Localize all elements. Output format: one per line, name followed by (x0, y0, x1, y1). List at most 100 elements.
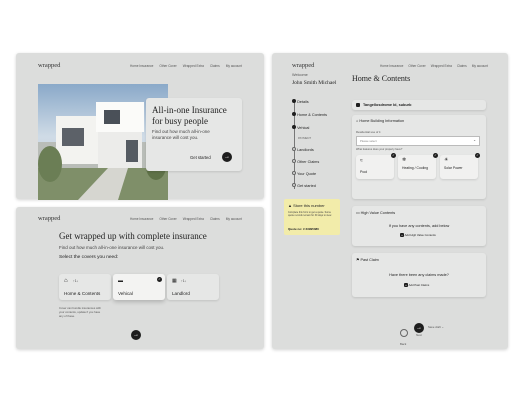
get-started-label: Get started (190, 155, 211, 160)
selected-check-icon: ✓ (157, 277, 162, 282)
quantity-stepper[interactable]: ↑1↓ (73, 279, 78, 283)
quote-number: Quote no: # 23995380 (288, 227, 319, 231)
feature-pool[interactable]: ≈ ✓ Pool (356, 153, 396, 179)
hv-header: ▭ High Value Contents (356, 211, 396, 215)
feature-label: Pool (360, 170, 368, 174)
address-text: Tangellosdrome Id, suburb (363, 103, 412, 107)
arrow-right-icon: → (414, 323, 424, 333)
address-bar[interactable]: Tangellosdrome Id, suburb (352, 100, 486, 110)
nav-wrapped-extra[interactable]: Wrapped Extra (431, 64, 452, 68)
note-text: Complete this form to get a quote. Some … (288, 211, 332, 218)
save-draft-link[interactable]: Save draft ⌄ (428, 325, 444, 329)
plus-icon: + (400, 233, 404, 237)
nav-my-account[interactable]: My account (226, 217, 242, 221)
nav-other-cover[interactable]: Other Cover (159, 64, 176, 68)
high-value-section: ▭ High Value Contents If you have any co… (352, 206, 486, 246)
brand-logo[interactable]: wrapped (38, 62, 60, 69)
hero-card: All-in-one Insurance for busy people Fin… (146, 98, 242, 171)
house-icon: ⌂ (64, 278, 68, 284)
nav-my-account[interactable]: My account (226, 64, 242, 68)
welcome-label: Welcome (292, 73, 308, 77)
chevron-down-icon: ⌄ (441, 325, 444, 329)
nav-home-insurance[interactable]: Home Insurance (130, 64, 153, 68)
type-label: Residential use of it (356, 130, 381, 134)
plus-icon: + (404, 283, 408, 287)
hero-title: All-in-one Insurance for busy people (152, 105, 227, 126)
quote-form-screen: wrapped Home Insurance Other Cover Wrapp… (272, 53, 508, 349)
step-pending-icon (292, 171, 296, 175)
nav-claims[interactable]: Claims (210, 217, 220, 221)
brand-logo[interactable]: wrapped (292, 62, 314, 69)
nav-claims[interactable]: Claims (210, 64, 220, 68)
user-name: John Smith Michael (292, 80, 337, 86)
step-done-icon (292, 125, 296, 129)
brand-logo[interactable]: wrapped (38, 215, 60, 222)
next-arrow-button[interactable]: → (131, 330, 141, 340)
next-label: Next (416, 333, 422, 337)
save-number-note: ▲ Store this number Complete this form t… (284, 199, 340, 235)
back-button[interactable]: Back (400, 324, 408, 346)
top-nav: Home Insurance Other Cover Wrapped Extra… (130, 217, 242, 221)
step-your-quote[interactable]: Your Quote (292, 171, 316, 176)
pool-icon: ≈ (360, 158, 363, 164)
covers-footnote: Cover can bundle insurances with your co… (59, 306, 101, 318)
top-nav: Home Insurance Other Cover Wrapped Extra… (130, 64, 242, 68)
step-pending-icon (292, 147, 296, 151)
location-pin-icon (356, 103, 360, 107)
hv-question: If you have any contents, add below (388, 224, 450, 228)
cover-option-label: Landlord (172, 291, 190, 296)
nav-other-cover[interactable]: Other Cover (408, 64, 425, 68)
step-done-icon (292, 99, 296, 103)
cover-option-home[interactable]: ⌂ ↑1↓ Home & Contents (59, 274, 111, 300)
snowflake-icon: ❄ (402, 157, 407, 163)
feature-heating-cooling[interactable]: ❄ ✓ Heating / Cooling (398, 153, 438, 179)
step-other-claims[interactable]: Other Claims (292, 159, 319, 164)
sun-icon: ☀ (444, 157, 449, 163)
past-claims-section: ⚑ Past Claim Have there been any claims … (352, 253, 486, 297)
top-nav: Home Insurance Other Cover Wrapped Extra… (380, 64, 488, 68)
arrow-right-icon: → (222, 152, 232, 162)
add-high-value-button[interactable]: + Add High Value Contents (400, 233, 436, 237)
nav-claims[interactable]: Claims (457, 64, 467, 68)
selected-check-icon: ✓ (391, 153, 396, 158)
cover-option-label: Vehical (118, 291, 133, 296)
step-pending-icon (292, 183, 296, 187)
step-vehical[interactable]: Vehical (292, 125, 309, 130)
nav-home-insurance[interactable]: Home Insurance (130, 217, 153, 221)
step-payment[interactable]: PAYMENT (298, 136, 311, 140)
covers-screen: wrapped Home Insurance Other Cover Wrapp… (16, 207, 264, 349)
nav-other-cover[interactable]: Other Cover (159, 217, 176, 221)
nav-wrapped-extra[interactable]: Wrapped Extra (183, 64, 204, 68)
nav-home-insurance[interactable]: Home Insurance (380, 64, 403, 68)
next-button[interactable]: → Next (414, 323, 424, 337)
laptop-icon: ▭ (356, 211, 360, 215)
quantity-stepper[interactable]: ↑1↓ (181, 279, 186, 283)
building-info-section: ⌂ Home Building Information Residential … (352, 115, 486, 199)
page-title: Home & Contents (352, 74, 411, 83)
covers-title: Get wrapped up with complete insurance (59, 231, 207, 241)
hero-screen: wrapped Home Insurance Other Cover Wrapp… (16, 53, 264, 200)
covers-subtitle: Find out how much all-in-one insurance w… (59, 245, 165, 250)
select-placeholder: Please select (360, 139, 377, 143)
add-past-claims-button[interactable]: + Add Past Claims (404, 283, 429, 287)
back-label: Back (400, 342, 407, 346)
covers-prompt: Select the covers you need: (59, 255, 119, 260)
nav-my-account[interactable]: My account (472, 64, 488, 68)
cover-option-landlord[interactable]: ▦ ↑1↓ Landlord (167, 274, 219, 300)
nav-wrapped-extra[interactable]: Wrapped Extra (183, 217, 204, 221)
residence-select[interactable]: Please select ⌄ (356, 136, 480, 146)
cover-option-vehical[interactable]: ▬ ✓ Vehical (113, 274, 165, 300)
feature-label: Heating / Cooling (402, 166, 429, 170)
step-landlords[interactable]: Landlords (292, 147, 314, 152)
step-details[interactable]: Details (292, 99, 309, 104)
selected-check-icon: ✓ (433, 153, 438, 158)
feature-solar-power[interactable]: ☀ ✓ Solar Power (440, 153, 480, 179)
step-get-started[interactable]: Get started (292, 183, 316, 188)
features-label: What features does your property have? (356, 148, 403, 151)
claims-header: ⚑ Past Claim (356, 258, 379, 262)
hero-subtitle: Find out how much all-in-one insurance w… (152, 129, 210, 140)
note-title: ▲ Store this number (288, 203, 325, 208)
get-started-button[interactable]: Get started → (190, 152, 234, 164)
warning-icon: ▲ (288, 203, 292, 208)
step-home-contents[interactable]: Home & Contents (292, 112, 327, 117)
